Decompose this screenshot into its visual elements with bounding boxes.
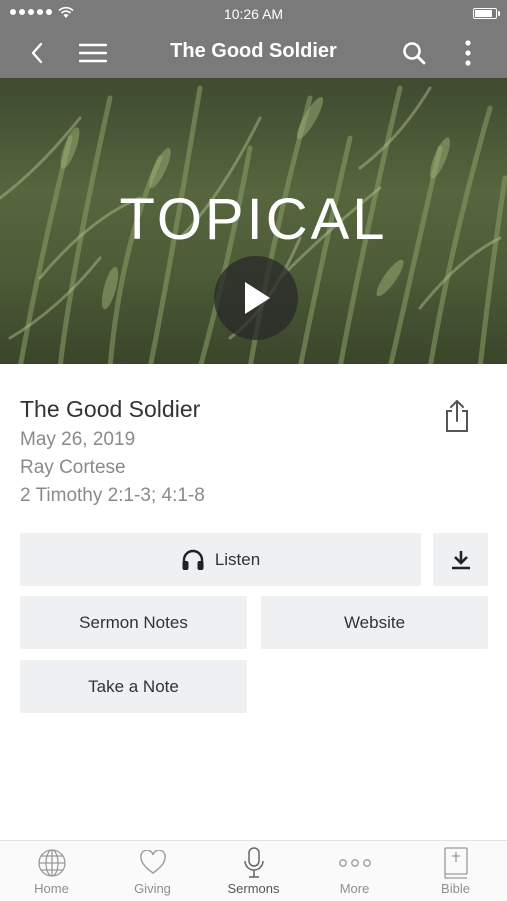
download-button[interactable] — [433, 533, 488, 586]
headphones-icon — [181, 549, 205, 571]
tab-bar: Home Giving Sermons More Bible — [0, 840, 507, 901]
globe-icon — [1, 845, 102, 881]
sermon-info: The Good Soldier May 26, 2019 Ray Cortes… — [20, 396, 440, 513]
tab-sermons[interactable]: Sermons — [203, 841, 304, 901]
sermon-date: May 26, 2019 — [20, 429, 136, 450]
tab-home-label: Home — [34, 881, 69, 896]
listen-button[interactable]: Listen — [20, 533, 421, 586]
tab-home[interactable]: Home — [1, 841, 102, 901]
sermon-title: The Good Soldier — [20, 396, 201, 422]
take-a-note-label: Take a Note — [88, 676, 179, 696]
heart-icon — [102, 845, 203, 881]
sermon-speaker: Ray Cortese — [20, 457, 126, 478]
play-icon — [245, 282, 270, 314]
more-dots-icon — [304, 845, 405, 881]
website-label: Website — [343, 612, 406, 632]
tab-bible[interactable]: Bible — [405, 841, 506, 901]
play-button[interactable] — [214, 256, 298, 340]
tab-more[interactable]: More — [304, 841, 405, 901]
tab-more-label: More — [339, 881, 370, 896]
share-button[interactable] — [441, 398, 473, 434]
sermon-notes-label: Sermon Notes — [79, 612, 188, 632]
vertical-dots-icon — [465, 40, 471, 66]
tab-sermons-label: Sermons — [227, 881, 280, 896]
share-icon — [446, 400, 468, 432]
microphone-icon — [203, 845, 304, 881]
bible-icon — [405, 845, 506, 881]
download-icon — [451, 550, 470, 569]
search-icon — [403, 42, 426, 65]
sermon-notes-button[interactable]: Sermon Notes — [20, 596, 247, 649]
status-bar: 10:26 AM — [0, 0, 507, 28]
listen-label: Listen — [214, 549, 261, 569]
tab-giving-label: Giving — [134, 881, 171, 896]
battery-icon — [473, 8, 500, 19]
more-options-button[interactable] — [451, 36, 485, 70]
sermon-hero-image: TOPICAL — [0, 78, 507, 364]
website-button[interactable]: Website — [261, 596, 488, 649]
tab-giving[interactable]: Giving — [102, 841, 203, 901]
take-a-note-button[interactable]: Take a Note — [20, 660, 247, 713]
status-time: 10:26 AM — [223, 6, 284, 22]
nav-bar: The Good Soldier — [0, 28, 507, 78]
topical-overlay-text: TOPICAL — [119, 187, 388, 252]
search-button[interactable] — [397, 36, 431, 70]
tab-bible-label: Bible — [441, 881, 470, 896]
sermon-scripture: 2 Timothy 2:1-3; 4:1-8 — [20, 485, 205, 506]
